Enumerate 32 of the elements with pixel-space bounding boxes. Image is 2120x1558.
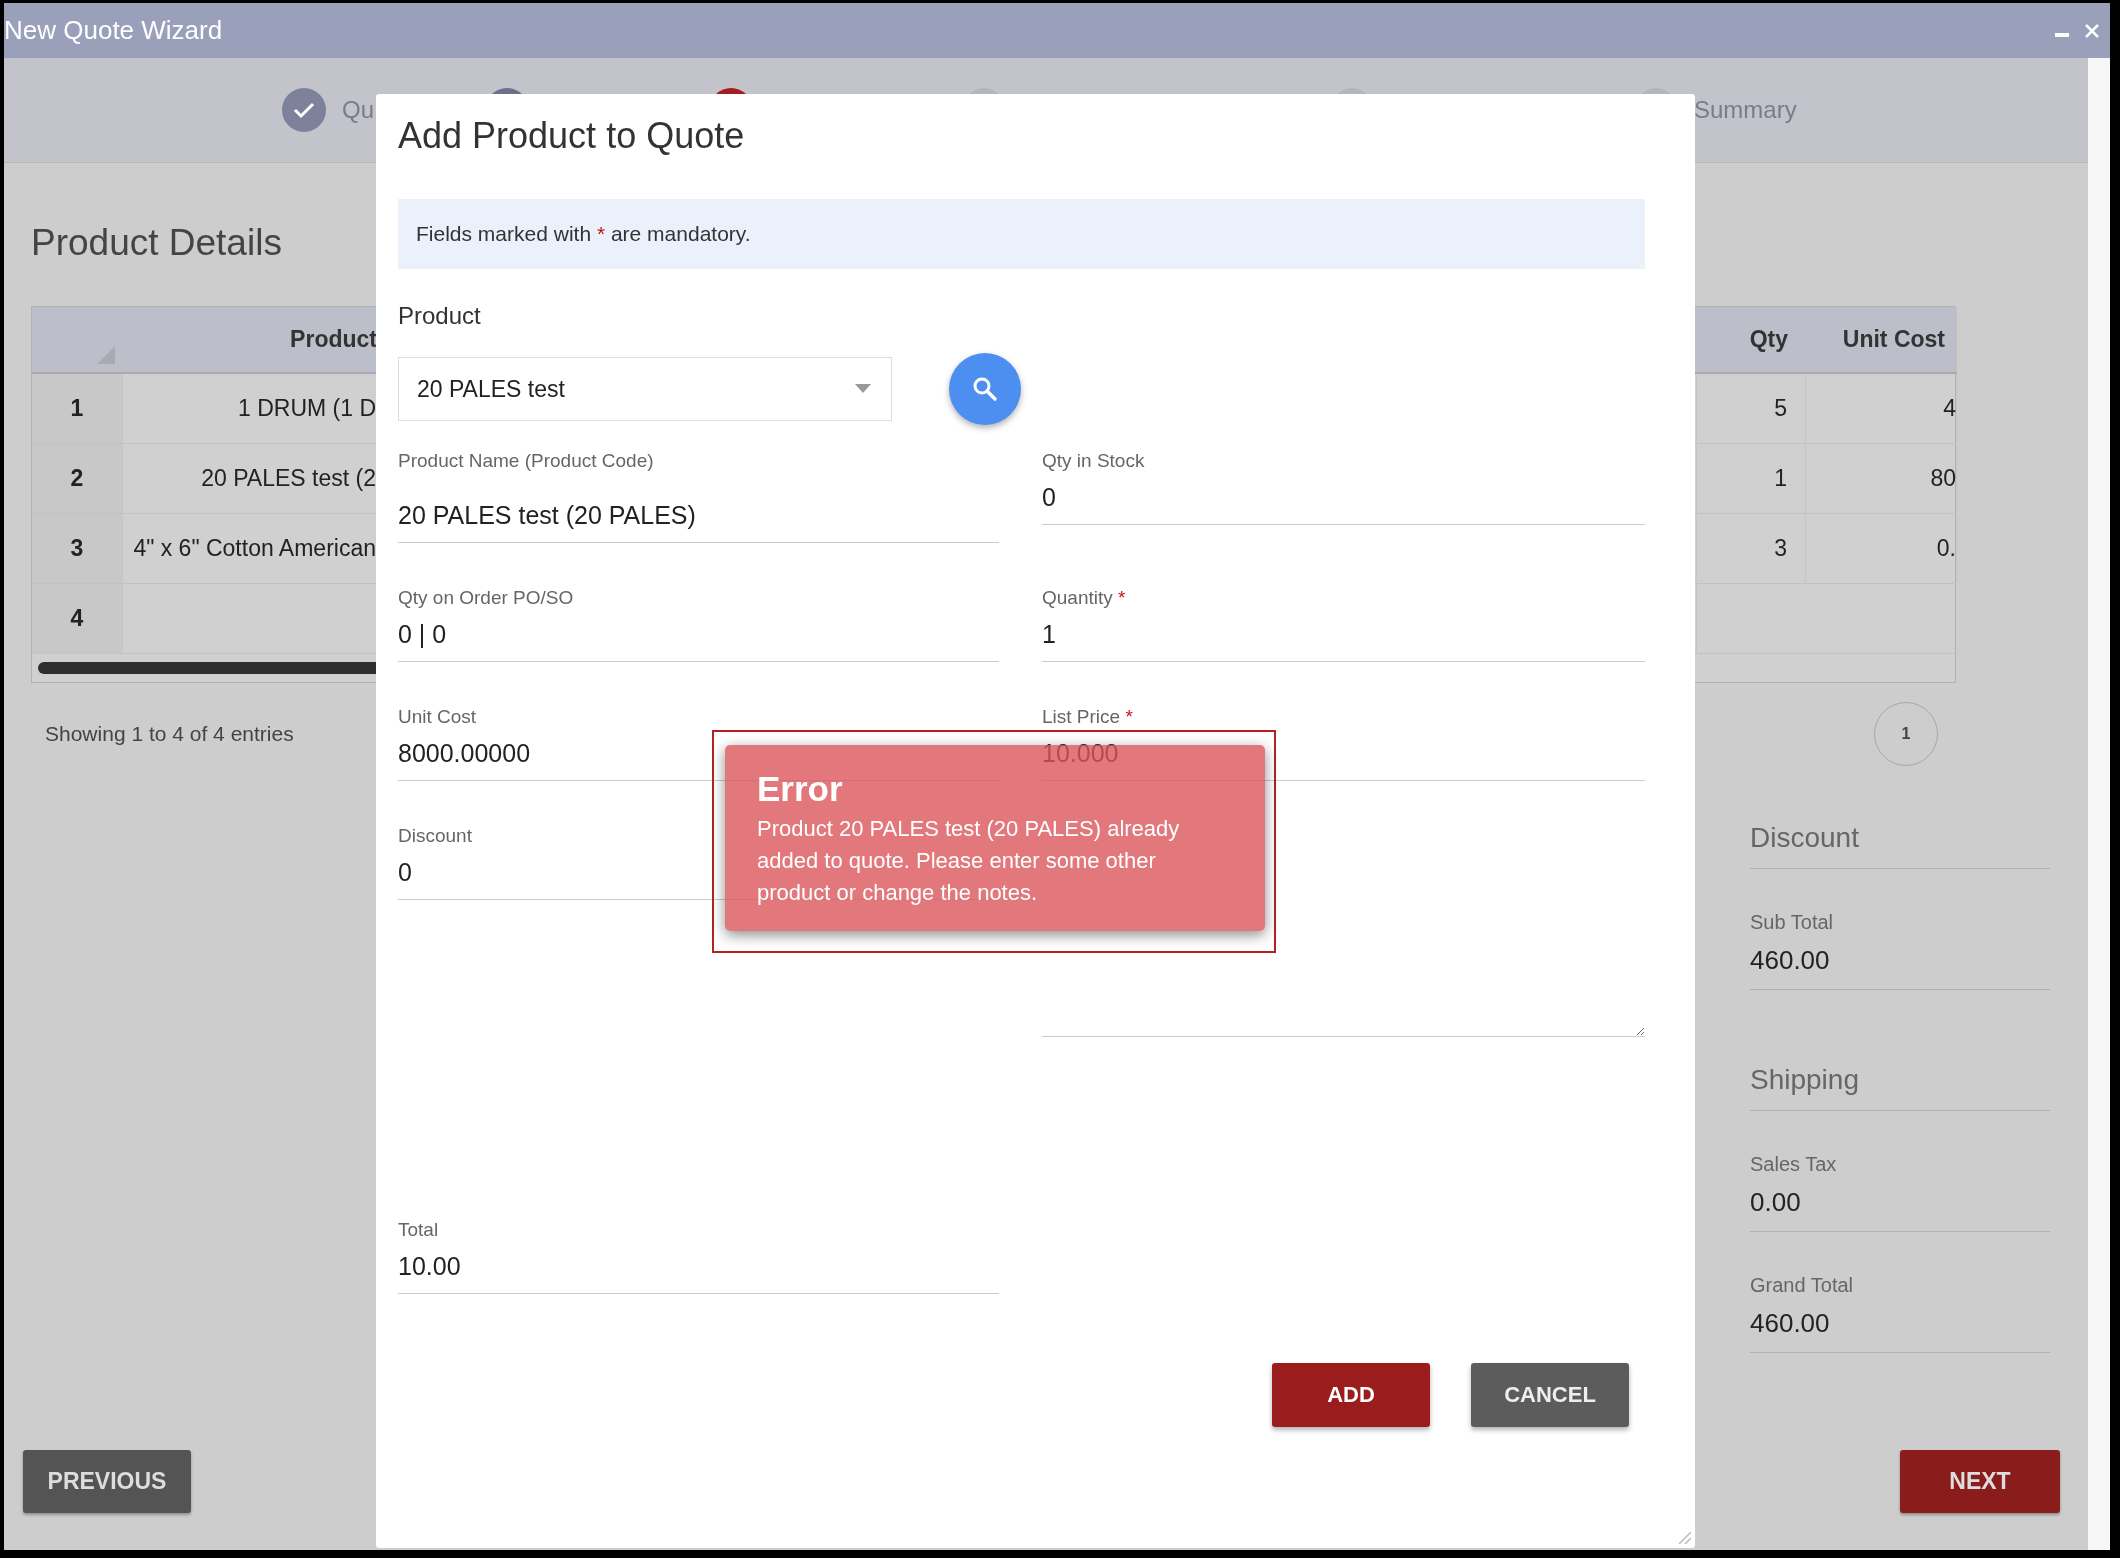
table-cell: 1 xyxy=(1774,465,1787,492)
field-label: Product xyxy=(398,301,482,331)
section-heading: Shipping xyxy=(1750,1060,2050,1111)
table-cell: 20 PALES test (2 xyxy=(201,465,376,492)
field-label: Product Name (Product Code) xyxy=(398,449,654,473)
field-label: Sales Tax xyxy=(1750,1152,1838,1177)
field-label: List Price * xyxy=(1042,705,1133,729)
table-cell: 80 xyxy=(1930,465,1956,492)
table-cell: 1 DRUM (1 D xyxy=(238,395,376,422)
dialog-title: Add Product to Quote xyxy=(398,114,746,158)
row-number: 3 xyxy=(70,535,84,562)
table-cell: 4" x 6" Cotton American xyxy=(133,535,376,562)
table-cell: 0. xyxy=(1936,535,1956,562)
field-label: Total xyxy=(398,1218,439,1242)
field-label: Qty on Order PO/SO xyxy=(398,586,574,610)
field-label: Unit Cost xyxy=(398,705,477,729)
row-number: 4 xyxy=(70,605,84,632)
field-label: Quantity * xyxy=(1042,586,1126,610)
section-title: Product Details xyxy=(31,221,282,265)
field-label: Qty in Stock xyxy=(1042,449,1145,473)
entries-info: Showing 1 to 4 of 4 entries xyxy=(45,722,294,746)
field-label: Sub Total xyxy=(1750,910,1835,935)
row-number: 2 xyxy=(70,465,84,492)
window-title: New Quote Wizard xyxy=(4,15,224,46)
field-label: Grand Total xyxy=(1750,1273,1855,1298)
notice-banner: Fields marked with * are mandatory. xyxy=(398,199,1645,269)
field-label: Discount xyxy=(398,824,472,848)
section-heading: Discount xyxy=(1750,818,2050,869)
table-cell: 4 xyxy=(1943,395,1956,422)
table-cell: 5 xyxy=(1774,395,1787,422)
row-number: 1 xyxy=(70,395,84,422)
table-cell: 3 xyxy=(1774,535,1787,562)
